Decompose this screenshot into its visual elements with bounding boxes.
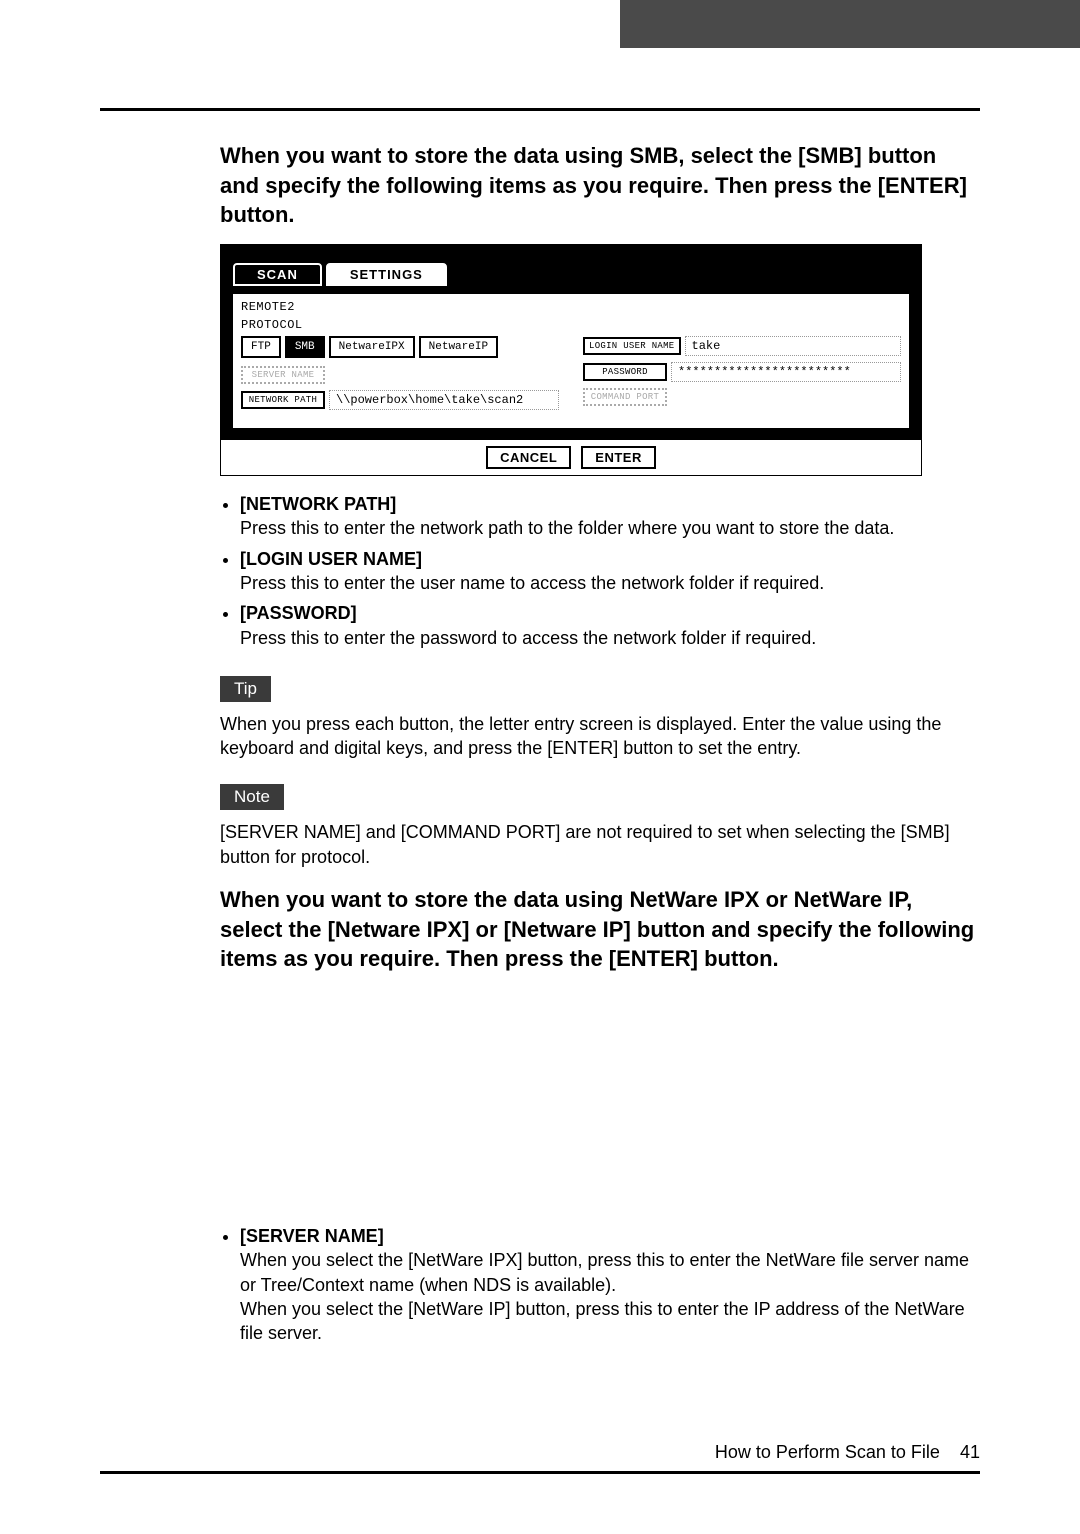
server-name-button: SERVER NAME bbox=[241, 366, 325, 384]
list-item: [SERVER NAME] When you select the [NetWa… bbox=[240, 1224, 980, 1345]
tip-text: When you press each button, the letter e… bbox=[220, 712, 980, 761]
header-stripe bbox=[0, 0, 1080, 48]
page-footer: How to Perform Scan to File 41 bbox=[715, 1442, 980, 1463]
page: When you want to store the data using SM… bbox=[0, 48, 1080, 1534]
bullet-head: [PASSWORD] bbox=[240, 603, 357, 623]
note-text: [SERVER NAME] and [COMMAND PORT] are not… bbox=[220, 820, 980, 869]
bullet-head: [LOGIN USER NAME] bbox=[240, 549, 422, 569]
network-path-button[interactable]: NETWORK PATH bbox=[241, 391, 325, 409]
tab-scan[interactable]: SCAN bbox=[233, 263, 322, 286]
figure-placeholder bbox=[220, 988, 980, 1218]
network-path-value: \\powerbox\home\take\scan2 bbox=[329, 390, 559, 410]
bullet-desc: Press this to enter the user name to acc… bbox=[240, 571, 980, 595]
enter-button[interactable]: ENTER bbox=[581, 446, 656, 469]
command-port-button: COMMAND PORT bbox=[583, 388, 667, 406]
page-number: 41 bbox=[960, 1442, 980, 1462]
section-heading-netware: When you want to store the data using Ne… bbox=[220, 885, 980, 974]
bullet-head: [NETWORK PATH] bbox=[240, 494, 396, 514]
protocol-row: FTP SMB NetwareIPX NetwareIP bbox=[241, 336, 559, 358]
footer-title: How to Perform Scan to File bbox=[715, 1442, 940, 1462]
protocol-ftp-button[interactable]: FTP bbox=[241, 336, 281, 358]
bullet-desc: Press this to enter the network path to … bbox=[240, 516, 980, 540]
bullet-head: [SERVER NAME] bbox=[240, 1226, 384, 1246]
tab-settings[interactable]: SETTINGS bbox=[326, 263, 447, 286]
login-user-name-button[interactable]: LOGIN USER NAME bbox=[583, 337, 681, 355]
bullet-desc: Press this to enter the password to acce… bbox=[240, 626, 980, 650]
bullet-desc: When you select the [NetWare IPX] button… bbox=[240, 1248, 980, 1345]
password-button[interactable]: PASSWORD bbox=[583, 363, 667, 381]
list-item: [NETWORK PATH] Press this to enter the n… bbox=[240, 492, 980, 541]
settings-panel: SCAN SETTINGS REMOTE2 PROTOCOL FTP SMB bbox=[220, 244, 922, 476]
password-value: ************************ bbox=[671, 362, 901, 382]
tip-label: Tip bbox=[220, 676, 271, 702]
smb-field-list: [NETWORK PATH] Press this to enter the n… bbox=[220, 492, 980, 650]
protocol-label: PROTOCOL bbox=[241, 318, 559, 332]
login-user-name-value: take bbox=[685, 336, 901, 356]
note-label: Note bbox=[220, 784, 284, 810]
protocol-smb-button[interactable]: SMB bbox=[285, 336, 325, 358]
cancel-button[interactable]: CANCEL bbox=[486, 446, 571, 469]
section-heading-smb: When you want to store the data using SM… bbox=[220, 141, 980, 230]
list-item: [LOGIN USER NAME] Press this to enter th… bbox=[240, 547, 980, 596]
protocol-netware-ipx-button[interactable]: NetwareIPX bbox=[329, 336, 415, 358]
remote-label: REMOTE2 bbox=[241, 300, 901, 314]
netware-field-list: [SERVER NAME] When you select the [NetWa… bbox=[220, 1224, 980, 1345]
list-item: [PASSWORD] Press this to enter the passw… bbox=[240, 601, 980, 650]
protocol-netware-ip-button[interactable]: NetwareIP bbox=[419, 336, 498, 358]
